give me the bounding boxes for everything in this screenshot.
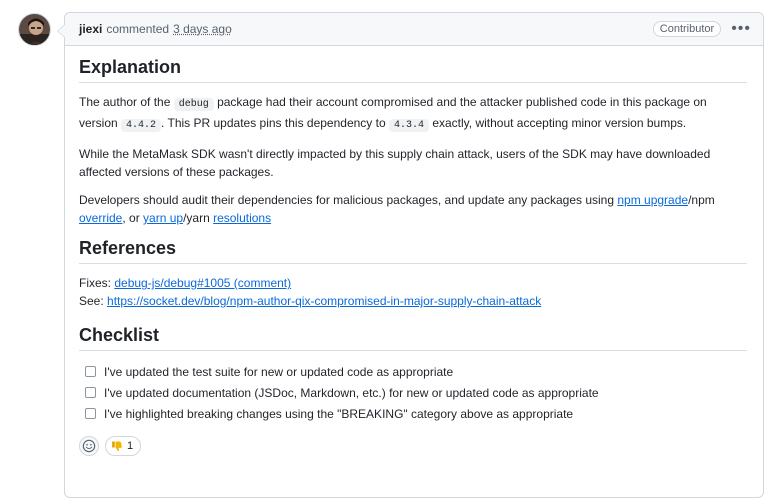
contributor-badge: Contributor — [652, 21, 722, 37]
text-segment: exactly, without accepting minor version… — [428, 116, 687, 130]
see-label: See: — [79, 294, 108, 308]
thumbs-down-icon — [112, 441, 122, 452]
yarn-up-link[interactable]: yarn up — [143, 211, 183, 225]
checklist-heading: Checklist — [79, 324, 747, 351]
text-segment: Developers should audit their dependenci… — [79, 193, 618, 207]
task-checkbox[interactable] — [85, 366, 96, 377]
references-heading: References — [79, 237, 747, 264]
task-label: I've updated the test suite for new or u… — [104, 364, 454, 379]
task-label: I've highlighted breaking changes using … — [104, 406, 574, 421]
reaction-count: 1 — [127, 440, 134, 452]
text-segment: The author of the — [79, 95, 174, 109]
kebab-horizontal-icon[interactable]: ••• — [731, 21, 751, 37]
fixes-line: Fixes: debug-js/debug#1005 (comment) — [79, 274, 747, 292]
text-segment: , or — [122, 211, 144, 225]
task-list-item: I've highlighted breaking changes using … — [85, 403, 747, 424]
explanation-paragraph-3: Developers should audit their dependenci… — [79, 191, 747, 227]
inline-code-version-442: 4.4.2 — [121, 119, 162, 132]
resolutions-link[interactable]: resolutions — [213, 211, 271, 225]
text-segment: . This PR updates pins this dependency t… — [161, 116, 389, 130]
fixes-label: Fixes: — [79, 276, 115, 290]
task-list-item: I've updated documentation (JSDoc, Markd… — [85, 382, 747, 403]
comment-author[interactable]: jiexi — [79, 22, 102, 36]
explanation-heading: Explanation — [79, 56, 747, 83]
inline-code-version-434: 4.3.4 — [388, 119, 429, 132]
comment-body: Explanation The author of the debug pack… — [65, 46, 763, 456]
see-link[interactable]: https://socket.dev/blog/npm-author-qix-c… — [107, 294, 541, 308]
task-list-item: I've updated the test suite for new or u… — [85, 361, 747, 382]
comment-card: jiexi commented 3 days ago Contributor •… — [57, 12, 764, 498]
add-reaction-button[interactable] — [79, 436, 99, 456]
comment-timestamp[interactable]: 3 days ago — [173, 22, 232, 36]
text-segment: /npm — [688, 193, 715, 207]
explanation-paragraph-2: While the MetaMask SDK wasn't directly i… — [79, 147, 711, 179]
see-line: See: https://socket.dev/blog/npm-author-… — [79, 292, 747, 310]
references-list: Fixes: debug-js/debug#1005 (comment) See… — [79, 274, 747, 310]
npm-upgrade-link[interactable]: npm upgrade — [617, 193, 688, 207]
task-list: I've updated the test suite for new or u… — [85, 361, 747, 424]
task-checkbox[interactable] — [85, 408, 96, 419]
comment-header: jiexi commented 3 days ago Contributor •… — [65, 13, 763, 46]
comment-action: commented — [106, 22, 170, 36]
inline-code-debug: debug — [173, 98, 214, 111]
override-link[interactable]: override — [79, 211, 122, 225]
reactions-bar: 1 — [79, 436, 747, 456]
smiley-icon — [82, 439, 96, 453]
avatar[interactable] — [18, 13, 51, 46]
fixes-link[interactable]: debug-js/debug#1005 (comment) — [114, 276, 291, 290]
explanation-paragraph-1: The author of the debug package had thei… — [79, 93, 747, 135]
reaction-thumbs-down[interactable]: 1 — [105, 436, 142, 456]
task-label: I've updated documentation (JSDoc, Markd… — [104, 385, 599, 400]
text-segment: /yarn — [183, 211, 214, 225]
avatar-image — [19, 14, 50, 45]
task-checkbox[interactable] — [85, 387, 96, 398]
